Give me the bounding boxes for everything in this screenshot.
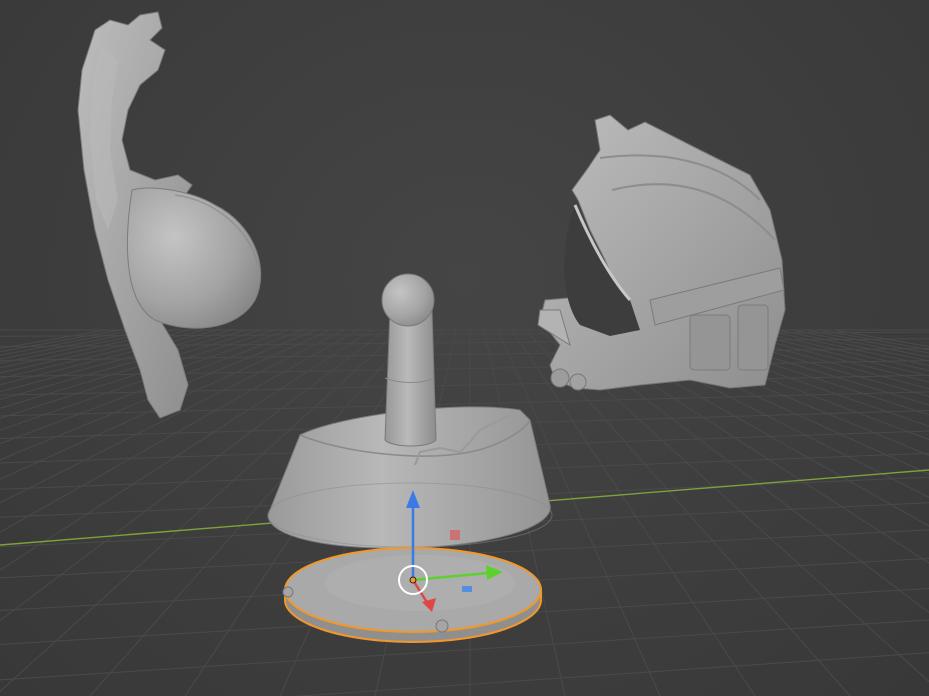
grid-line (763, 329, 929, 367)
grid-line (749, 329, 929, 371)
grid-line (0, 329, 275, 419)
grid-line (623, 329, 929, 456)
helmet-mesh[interactable] (537, 114, 786, 391)
grid-line (0, 329, 149, 360)
grid-line (0, 329, 135, 356)
grid-line (791, 329, 929, 358)
grid-line (805, 329, 929, 354)
grid-line (0, 374, 929, 396)
origin-point-icon (409, 576, 417, 584)
gizmo-xz-plane-handle[interactable] (450, 530, 460, 540)
grid-line (609, 329, 929, 475)
3d-viewport[interactable] (0, 0, 929, 696)
grid-line (292, 652, 929, 696)
grid-line (637, 329, 929, 441)
viewport-scene (0, 11, 929, 696)
stand-post-mesh[interactable] (381, 273, 437, 447)
gizmo-yz-plane-handle[interactable] (462, 586, 472, 592)
